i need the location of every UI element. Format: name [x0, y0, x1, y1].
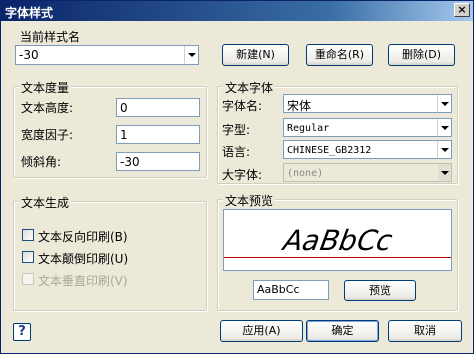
bigfont-select: (none) [283, 163, 452, 182]
oblique-angle-label: 倾斜角: [21, 155, 62, 169]
text-preview-title: 文本预览 [223, 192, 276, 209]
help-icon[interactable]: ? [13, 323, 31, 341]
width-factor-label: 宽度因子: [21, 128, 74, 142]
new-style-button[interactable]: 新建(N) [222, 44, 289, 66]
font-name-select[interactable]: 宋体 [283, 94, 452, 113]
backwards-checkbox[interactable] [22, 229, 34, 241]
window-title: 字体样式 [5, 6, 54, 20]
font-name-label: 字体名: [222, 99, 263, 113]
language-label: 语言: [222, 145, 251, 159]
font-style-label: 字型: [222, 123, 251, 137]
font-style-dialog: 字体样式 × 当前样式名 -30 新建(N) 重命名(R) 删除(D) 文本度量… [0, 0, 474, 354]
current-style-label: 当前样式名 [20, 30, 81, 44]
text-metrics-title: 文本度量 [19, 79, 72, 96]
text-height-input[interactable]: 0 [116, 98, 200, 117]
ok-button[interactable]: 确定 [306, 320, 379, 342]
width-factor-input[interactable]: 1 [116, 125, 200, 144]
language-value: CHINESE_GB2312 [287, 145, 372, 156]
chevron-down-icon[interactable] [184, 46, 198, 64]
preview-text-input[interactable]: AaBbCc [253, 280, 329, 300]
baseline-line [224, 257, 451, 258]
preview-canvas: AaBbCc [223, 209, 452, 271]
chevron-down-icon [437, 164, 451, 181]
current-style-select[interactable]: -30 [15, 45, 199, 65]
upside-down-label: 文本颠倒印刷(U) [38, 252, 129, 266]
delete-style-button[interactable]: 删除(D) [388, 44, 455, 66]
rename-style-button[interactable]: 重命名(R) [306, 44, 373, 66]
preview-button[interactable]: 预览 [344, 280, 416, 301]
language-select[interactable]: CHINESE_GB2312 [283, 140, 452, 159]
apply-button[interactable]: 应用(A) [220, 320, 303, 342]
title-bar[interactable]: 字体样式 × [1, 1, 473, 21]
bigfont-value: (none) [287, 168, 324, 179]
cancel-button[interactable]: 取消 [388, 320, 462, 342]
font-style-value: Regular [287, 123, 330, 134]
font-name-value: 宋体 [287, 99, 312, 113]
chevron-down-icon[interactable] [437, 119, 451, 136]
text-height-label: 文本高度: [21, 101, 74, 115]
chevron-down-icon[interactable] [437, 141, 451, 158]
bigfont-label: 大字体: [222, 168, 263, 182]
font-style-select[interactable]: Regular [283, 118, 452, 137]
chevron-down-icon[interactable] [437, 95, 451, 112]
backwards-label: 文本反向印刷(B) [38, 230, 128, 244]
vertical-label: 文本垂直印刷(V) [38, 274, 128, 288]
preview-sample-text: AaBbCc [277, 224, 399, 257]
text-font-title: 文本字体 [223, 79, 276, 96]
vertical-checkbox [22, 273, 34, 285]
current-style-value: -30 [19, 48, 39, 62]
oblique-angle-input[interactable]: -30 [116, 152, 200, 171]
upside-down-checkbox[interactable] [22, 251, 34, 263]
close-button[interactable]: × [454, 3, 470, 17]
text-generation-title: 文本生成 [19, 194, 72, 211]
